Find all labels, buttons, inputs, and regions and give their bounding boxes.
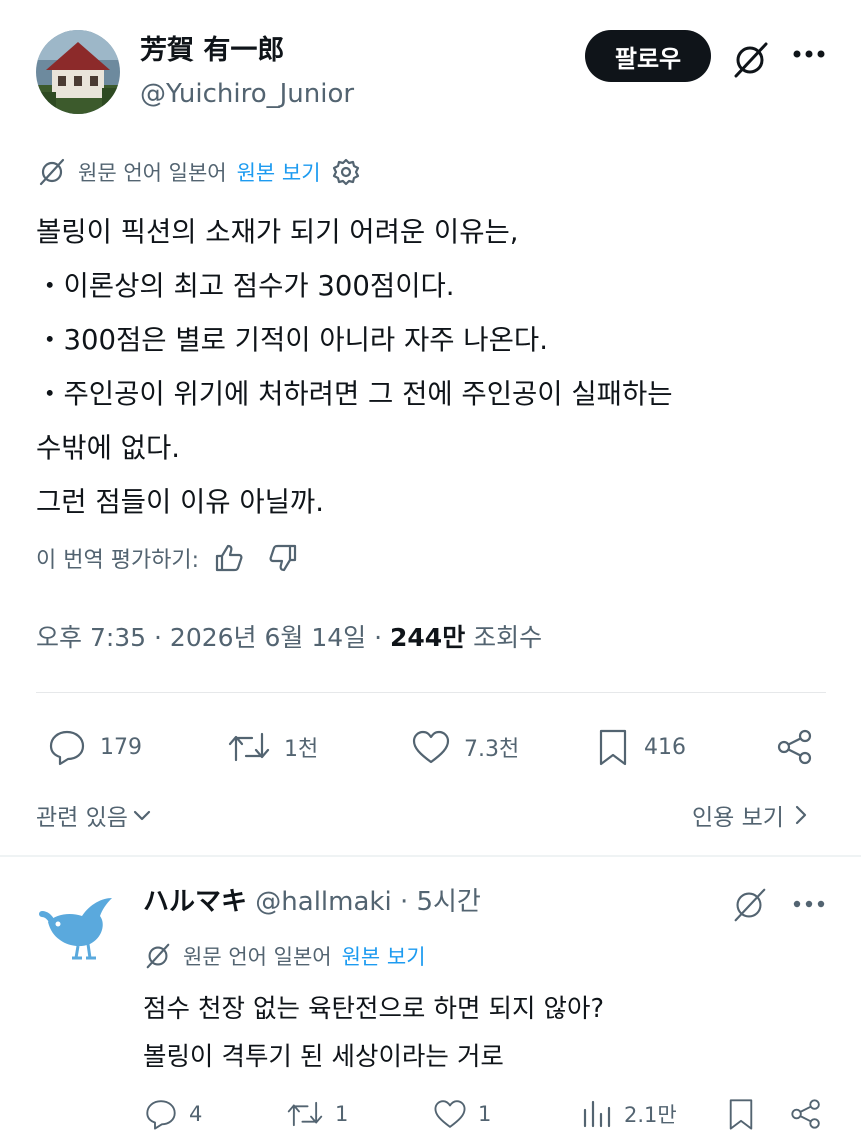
view-original-link[interactable]: 원본 보기 <box>237 157 321 187</box>
author-display-name[interactable]: 芳賀 有一郎 <box>140 35 284 67</box>
bookmark-action[interactable]: 416 <box>594 726 686 768</box>
reply-translation-source: 원문 언어 일본어 <box>183 945 332 969</box>
tweet-line: ・이론상의 최고 점수가 300점이다. <box>36 270 455 302</box>
reply-avatar[interactable] <box>36 884 120 968</box>
reply-translation-row: 원문 언어 일본어 원본 보기 <box>143 940 426 972</box>
reply-icon <box>143 1096 179 1132</box>
reply-view-count: 2.1만 <box>624 1103 677 1127</box>
translation-row: 원문 언어 일본어 원본 보기 <box>36 156 361 188</box>
bird-icon <box>39 898 112 960</box>
reply-line: 점수 천장 없는 육탄전으로 하면 되지 않아? <box>143 994 604 1024</box>
related-label: 관련 있음 <box>36 805 128 831</box>
tweet-line: 수밖에 없다. <box>36 432 180 464</box>
reply-grok-icon[interactable] <box>728 884 770 926</box>
retweet-action[interactable]: 1천 <box>226 726 318 768</box>
avatar[interactable] <box>36 30 120 114</box>
chevron-right-icon <box>792 804 810 826</box>
bookmark-icon <box>594 726 632 768</box>
grok-translate-icon <box>143 941 173 971</box>
chevron-down-icon <box>132 805 152 825</box>
reply-view-original-link[interactable]: 원본 보기 <box>342 941 426 971</box>
divider <box>36 692 826 693</box>
reply-reply-action[interactable]: 4 <box>143 1096 202 1132</box>
reply-more-icon[interactable] <box>792 898 826 910</box>
bookmark-count: 416 <box>644 734 686 760</box>
heart-icon <box>410 726 452 768</box>
reply-display-name[interactable]: ハルマキ <box>143 887 247 917</box>
translation-source-text: 원문 언어 일본어 <box>78 161 227 185</box>
reply-share-icon[interactable] <box>788 1096 824 1132</box>
reply-count: 179 <box>100 734 142 760</box>
follow-button[interactable]: 팔로우 <box>585 30 711 82</box>
reply-handle-time[interactable]: @hallmaki · 5시간 <box>247 887 481 917</box>
retweet-icon <box>285 1096 325 1132</box>
thumbs-up-icon[interactable] <box>213 542 245 574</box>
reply-line: 볼링이 격투기 된 세상이라는 거로 <box>143 1042 504 1072</box>
tweet-line: ・주인공이 위기에 처하려면 그 전에 주인공이 실패하는 <box>36 378 673 410</box>
author-handle[interactable]: @Yuichiro_Junior <box>140 78 354 110</box>
thumbs-down-icon[interactable] <box>267 542 299 574</box>
reply-retweet-action[interactable]: 1 <box>285 1096 348 1132</box>
like-action[interactable]: 7.3천 <box>410 726 519 768</box>
reply-action[interactable]: 179 <box>46 726 142 768</box>
rate-translation-row: 이 번역 평가하기: <box>36 538 299 578</box>
reply-retweet-count: 1 <box>335 1102 349 1126</box>
reply-like-action[interactable]: 1 <box>432 1096 491 1132</box>
related-toggle[interactable]: 관련 있음 <box>36 798 152 832</box>
tweet-line: 볼링이 픽션의 소재가 되기 어려운 이유는, <box>36 216 519 248</box>
tweet-text: 볼링이 픽션의 소재가 되기 어려운 이유는, ・이론상의 최고 점수가 300… <box>36 205 826 529</box>
translation-settings-icon[interactable] <box>331 157 361 187</box>
rate-translation-label: 이 번역 평가하기: <box>36 548 200 573</box>
tweet-timestamp[interactable]: 오후 7:35 · 2026년 6월 14일 · <box>36 623 390 652</box>
more-options-icon[interactable] <box>792 48 826 60</box>
section-divider <box>0 855 861 857</box>
reply-like-count: 1 <box>478 1102 492 1126</box>
reply-header: ハルマキ @hallmaki · 5시간 <box>143 884 481 920</box>
reply-bookmark-icon[interactable] <box>724 1096 758 1132</box>
avatar-house-image <box>36 30 120 114</box>
reply-icon <box>46 726 88 768</box>
grok-translate-icon <box>36 156 68 188</box>
retweet-count: 1천 <box>284 737 319 762</box>
view-quotes-link[interactable]: 인용 보기 <box>692 798 810 832</box>
share-icon[interactable] <box>774 726 816 768</box>
like-count: 7.3천 <box>464 737 520 762</box>
view-count: 244만 <box>390 623 466 652</box>
tweet-meta: 오후 7:35 · 2026년 6월 14일 · 244만 조회수 <box>36 620 542 656</box>
reply-reply-count: 4 <box>189 1102 203 1126</box>
retweet-icon <box>226 726 272 768</box>
tweet-line: 그런 점들이 이유 아닐까. <box>36 486 324 518</box>
quote-label: 인용 보기 <box>692 805 784 831</box>
view-label: 조회수 <box>465 623 543 652</box>
heart-icon <box>432 1096 468 1132</box>
tweet-line: ・300점은 별로 기적이 아니라 자주 나온다. <box>36 324 548 356</box>
reply-text: 점수 천장 없는 육탄전으로 하면 되지 않아? 볼링이 격투기 된 세상이라는… <box>143 985 604 1081</box>
analytics-icon <box>580 1096 614 1132</box>
reply-views-action[interactable]: 2.1만 <box>580 1096 677 1132</box>
grok-icon[interactable] <box>728 38 772 82</box>
